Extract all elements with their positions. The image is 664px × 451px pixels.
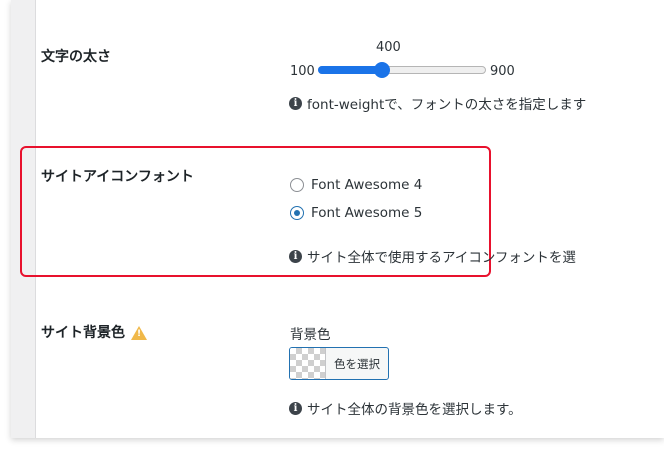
info-icon: i <box>289 96 302 110</box>
slider-value: 400 <box>376 40 401 55</box>
bg-color-hint: i サイト全体の背景色を選択します。 <box>289 398 522 418</box>
slider-fill <box>318 66 381 74</box>
select-color-button[interactable]: 色を選択 <box>289 347 389 380</box>
info-icon: i <box>289 401 302 415</box>
icon-font-label: サイトアイコンフォント <box>41 169 194 185</box>
radio-label-fa5: Font Awesome 5 <box>311 205 423 221</box>
font-weight-hint-text: font-weightで、フォントの太さを指定します <box>307 97 587 113</box>
warning-icon: ! <box>131 326 147 340</box>
bg-color-hint-text: サイト全体の背景色を選択します。 <box>307 402 522 418</box>
radio-label-fa4: Font Awesome 4 <box>311 177 423 193</box>
info-icon: i <box>289 249 302 263</box>
icon-font-hint-text: サイト全体で使用するアイコンフォントを選 <box>307 250 576 266</box>
slider-thumb[interactable] <box>374 62 390 78</box>
bg-color-row-label: サイト背景色 ! <box>41 322 147 342</box>
radio-button-fa4[interactable] <box>290 178 304 192</box>
bg-color-field-label: 背景色 <box>290 327 331 343</box>
font-weight-hint: i font-weightで、フォントの太さを指定します <box>289 93 586 113</box>
radio-option-fa5[interactable]: Font Awesome 5 <box>290 205 422 221</box>
select-color-button-label: 色を選択 <box>334 356 380 371</box>
font-weight-slider[interactable] <box>318 62 486 78</box>
radio-option-fa4[interactable]: Font Awesome 4 <box>290 177 422 193</box>
slider-max-label: 900 <box>490 64 515 79</box>
radio-button-fa5[interactable] <box>290 206 304 220</box>
icon-font-hint: i サイト全体で使用するアイコンフォントを選 <box>289 246 576 266</box>
font-weight-label: 文字の太さ <box>41 49 111 65</box>
color-swatch <box>290 348 326 379</box>
slider-min-label: 100 <box>290 64 315 79</box>
bg-color-label: サイト背景色 <box>41 325 125 341</box>
